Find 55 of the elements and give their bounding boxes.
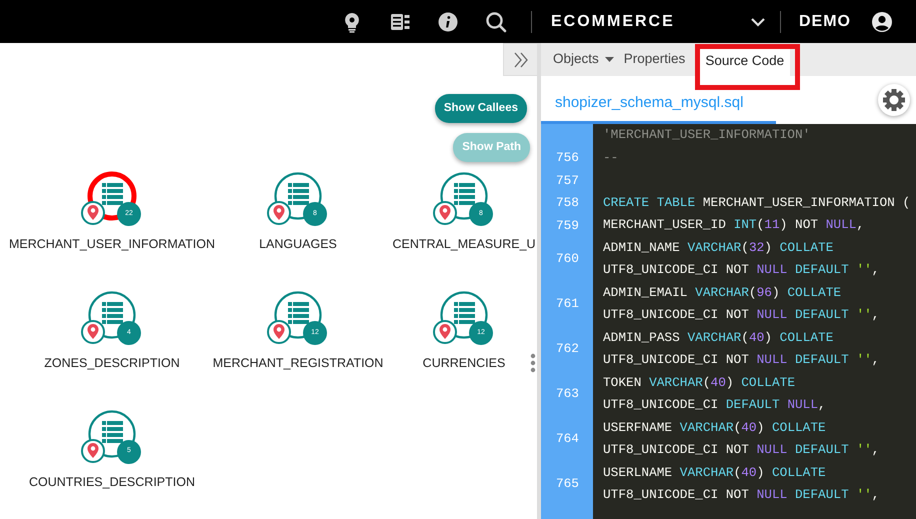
code-line: 'MERCHANT_USER_INFORMATION' — [603, 126, 812, 144]
user-avatar-icon[interactable] — [871, 10, 893, 32]
panel-tab[interactable]: Objects — [549, 43, 618, 76]
node-label: CURRENCIES — [422, 354, 506, 372]
code-line: ADMIN_EMAIL VARCHAR(96) COLLATE — [603, 284, 842, 302]
info-icon[interactable] — [437, 10, 459, 32]
code-line: ADMIN_PASS VARCHAR(40) COLLATE — [603, 328, 834, 346]
node-label: ZONES_DESCRIPTION — [44, 354, 180, 372]
code-line: CREATE TABLE MERCHANT_USER_INFORMATION ( — [603, 194, 910, 212]
line-number: 762 — [556, 340, 579, 358]
code-line: -- — [603, 148, 620, 166]
settings-icon — [882, 88, 906, 112]
node-label: CENTRAL_MEASURE_U — [392, 236, 536, 253]
code-line: UTF8_UNICODE_CI DEFAULT NULL, — [603, 396, 827, 414]
code-line: UTF8_UNICODE_CI NOT NULL DEFAULT '', — [603, 351, 880, 369]
map-pin-icon — [81, 320, 105, 344]
code-line: UTF8_UNICODE_CI NOT NULL DEFAULT '', — [603, 306, 880, 324]
map-pin-icon — [81, 201, 105, 225]
line-number: 765 — [556, 475, 579, 494]
map-pin-icon — [433, 320, 457, 344]
line-number: 759 — [556, 216, 579, 235]
code-line: TOKEN VARCHAR(40) COLLATE — [603, 374, 796, 392]
code-line: USERLNAME VARCHAR(40) COLLATE — [603, 464, 827, 482]
double-chevron-icon — [512, 50, 528, 68]
code-line: USERFNAME VARCHAR(40) COLLATE — [603, 418, 827, 436]
drag-handle-icon[interactable] — [530, 353, 536, 373]
settings-button[interactable] — [878, 84, 910, 116]
map-pin-icon — [81, 438, 105, 462]
line-number: 758 — [556, 194, 579, 212]
collapse-panel-button[interactable] — [503, 43, 537, 76]
map-pin-icon — [267, 320, 291, 344]
line-number: 761 — [556, 295, 579, 314]
map-pin-icon — [267, 201, 291, 225]
line-number: 760 — [556, 250, 579, 268]
panel-tab[interactable]: Source Code — [699, 47, 790, 76]
code-line: UTF8_UNICODE_CI NOT NULL DEFAULT '', — [603, 261, 880, 279]
search-icon[interactable] — [485, 10, 507, 32]
show-callees-button[interactable]: Show Callees — [434, 94, 527, 124]
caret-down-icon — [604, 57, 614, 62]
line-number: 763 — [556, 385, 579, 404]
node-label: LANGUAGES — [259, 236, 337, 253]
line-number: 756 — [556, 149, 579, 168]
node-label: MERCHANT_USER_INFORMATION — [8, 236, 216, 253]
map-pin-icon — [433, 201, 457, 225]
code-line: UTF8_UNICODE_CI NOT NULL DEFAULT '', — [603, 441, 880, 459]
line-number: 757 — [556, 172, 579, 190]
code-line: MERCHANT_USER_ID INT(11) NOT NULL, — [603, 216, 866, 234]
code-line: UTF8_UNICODE_CI NOT NULL DEFAULT '', — [603, 486, 880, 504]
line-number: 764 — [556, 430, 579, 448]
code-line: ADMIN_NAME VARCHAR(32) COLLATE — [603, 238, 834, 256]
node-label: MERCHANT_REGISTRATION — [212, 354, 384, 372]
node-label: COUNTRIES_DESCRIPTION — [29, 474, 195, 490]
user-name: DEMO — [799, 12, 851, 32]
app-name: ECOMMERCE — [551, 12, 675, 32]
panel-tab[interactable]: Properties — [620, 43, 690, 76]
